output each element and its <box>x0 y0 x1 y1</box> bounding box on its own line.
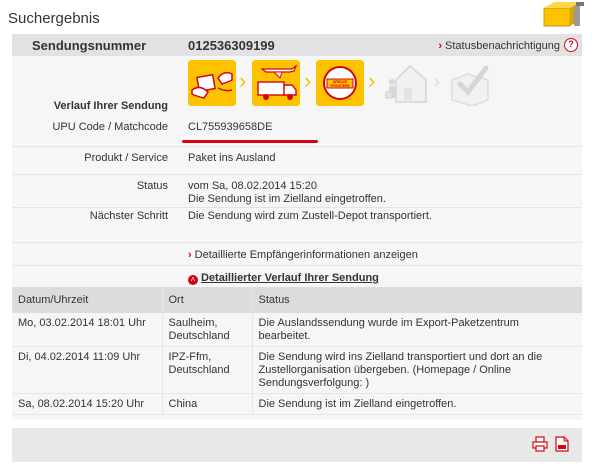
shipment-header: Sendungsnummer 012536309199 › Statusbenac… <box>12 34 582 56</box>
table-row: Sa, 08.02.2014 15:20 Uhr China Die Sendu… <box>12 393 582 415</box>
status-date: vom Sa, 08.02.2014 15:20 <box>188 180 318 192</box>
row-status-line: Die Sendung wird ins Zielland transporti… <box>258 351 543 363</box>
shipment-number: 012536309199 <box>188 38 275 53</box>
row-place-line: IPZ-Ffm, <box>168 351 212 363</box>
divider <box>12 242 582 243</box>
divider <box>12 174 582 175</box>
row-date: Mo, 03.02.2014 18:01 Uhr <box>12 313 162 347</box>
chevron-up-icon: ˄ <box>188 275 198 285</box>
column-header-place: Ort <box>161 287 252 313</box>
page-title: Suchergebnis <box>8 10 100 27</box>
divider <box>12 146 582 147</box>
product-label: Produkt / Service <box>84 152 168 164</box>
progress-arrow-icon: › <box>433 68 441 93</box>
row-status-line: Sendungsverfolgung: ) <box>258 377 370 389</box>
row-place-line: Deutschland <box>168 364 230 376</box>
row-place: China <box>161 393 252 415</box>
row-status: Die Sendung wird ins Zielland transporti… <box>251 346 582 394</box>
row-status: Die Auslandssendung wurde im Export-Pake… <box>251 313 582 347</box>
row-place: Saulheim, Deutschland <box>161 313 252 347</box>
progress-label: Verlauf Ihrer Sendung <box>53 100 168 112</box>
history-toggle-link[interactable]: ˄ Detaillierter Verlauf Ihrer Sendung <box>188 272 379 285</box>
divider <box>12 207 582 208</box>
progress-arrow-icon: › <box>304 68 312 93</box>
upu-code-label: UPU Code / Matchcode <box>52 121 168 133</box>
status-notification-link[interactable]: › Statusbenachrichtigung <box>438 40 560 52</box>
product-value: Paket ins Ausland <box>188 152 276 164</box>
print-icon[interactable] <box>532 436 548 452</box>
row-date: Di, 04.02.2014 11:09 Uhr <box>12 346 162 394</box>
status-text: Die Sendung ist im Zielland eingetroffen… <box>188 193 386 205</box>
progress-step-delivered-icon <box>446 60 494 107</box>
highlight-underline <box>182 140 318 143</box>
row-date: Sa, 08.02.2014 15:20 Uhr <box>12 393 162 415</box>
history-toggle-label: Detaillierter Verlauf Ihrer Sendung <box>201 272 379 284</box>
table-header-row: Datum/Uhrzeit Ort Status <box>12 287 582 313</box>
help-icon[interactable]: ? <box>564 38 578 52</box>
status-notification-label: Statusbenachrichtigung <box>445 40 560 52</box>
recipient-info-link[interactable]: › Detaillierte Empfängerinformationen anz… <box>188 249 418 261</box>
chevron-right-icon: › <box>188 249 192 261</box>
column-header-date: Datum/Uhrzeit <box>12 287 162 313</box>
progress-arrow-icon: › <box>239 68 247 93</box>
progress-step-delivery-icon <box>382 60 430 106</box>
next-step-label: Nächster Schritt <box>89 210 168 222</box>
upu-code-value: CL755939658DE <box>188 121 273 133</box>
row-status-line: Die Auslandssendung wurde im Export-Pake… <box>258 317 519 329</box>
progress-step-transport-icon <box>252 60 300 106</box>
table-row: Mo, 03.02.2014 18:01 Uhr Saulheim, Deutsc… <box>12 313 582 347</box>
row-place-line: China <box>168 398 198 410</box>
row-place: IPZ-Ffm, Deutschland <box>161 346 252 394</box>
footer-bar <box>12 428 582 462</box>
status-label: Status <box>136 180 168 192</box>
column-header-status: Status <box>251 287 582 313</box>
row-status-line: Die Sendung ist im Zielland eingetroffen… <box>258 398 457 410</box>
svg-text:FRONTIERE: FRONTIERE <box>330 84 350 88</box>
row-place-line: Saulheim, <box>168 317 218 329</box>
chevron-right-icon: › <box>438 40 443 52</box>
next-step-value: Die Sendung wird zum Zustell-Depot trans… <box>188 210 432 222</box>
parcel-logo-icon <box>540 0 586 30</box>
row-status: Die Sendung ist im Zielland eingetroffen… <box>251 393 582 415</box>
shipment-number-label: Sendungsnummer <box>32 38 147 53</box>
row-status-line: Zustellorganisation übergeben. (Homepage… <box>258 364 512 376</box>
row-place-line: Deutschland <box>168 330 230 342</box>
table-row: Di, 04.02.2014 11:09 Uhr IPZ-Ffm, Deutsch… <box>12 346 582 394</box>
recipient-info-label: Detaillierte Empfängerinformationen anze… <box>194 249 418 261</box>
progress-step-border-icon: GRENZE FRONTIERE <box>316 60 364 106</box>
row-status-line: bearbeitet. <box>258 330 311 342</box>
progress-step-pickup-icon <box>188 60 236 106</box>
pdf-icon[interactable] <box>554 436 570 452</box>
divider <box>12 265 582 266</box>
history-table: Datum/Uhrzeit Ort Status Mo, 03.02.2014 … <box>12 287 582 415</box>
progress-arrow-icon: › <box>368 68 376 93</box>
